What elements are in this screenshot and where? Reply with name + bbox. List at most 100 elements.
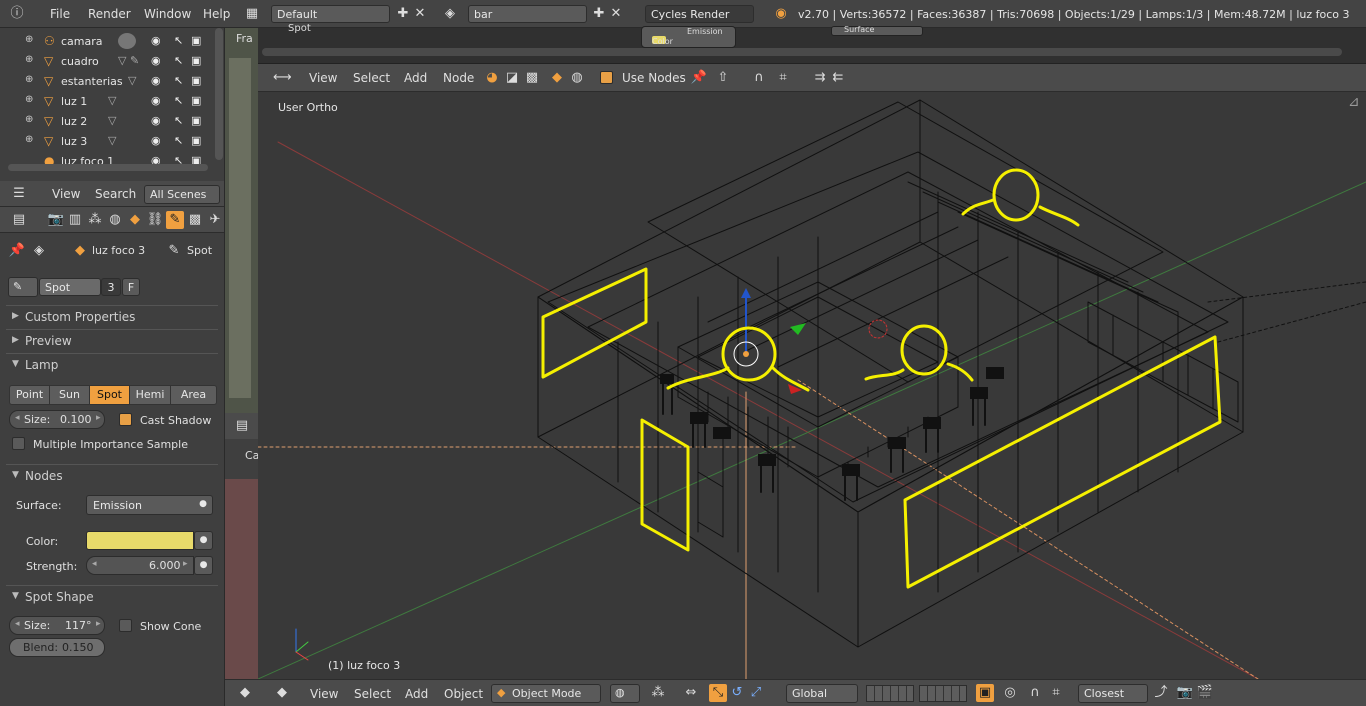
render-icon[interactable]: ▣ [191,114,201,127]
render-icon[interactable]: ▣ [191,74,201,87]
transform-orientation-select[interactable]: Global [786,684,858,703]
translate-manipulator-icon[interactable]: ⤡ [709,684,727,702]
parent-node-icon[interactable]: ⇧ [714,69,732,87]
outliner-hscrollbar[interactable] [8,164,208,171]
copy-nodes-icon[interactable]: ⇉ [811,69,829,87]
expand-icon[interactable]: ⊕ [25,114,33,125]
strength-field[interactable]: ◂ 6.000 ▸ [86,556,194,575]
panel-preview[interactable]: ▶ Preview [6,329,218,351]
increment-arrow-icon[interactable]: ▸ [96,619,101,629]
outliner-row-luz-2[interactable]: ⊕ ▽ luz 2 ▽ ◉ ↖ ▣ [0,111,215,131]
menu-window[interactable]: Window [144,7,191,21]
screen-layout-icon[interactable]: ▦ [243,5,261,23]
render-engine-select[interactable]: Cycles Render [645,5,754,23]
3d-viewport[interactable]: User Ortho ⊿ (1) luz foco 3 [258,92,1366,679]
cursor-icon[interactable]: ↖ [174,94,183,107]
decrement-arrow-icon[interactable]: ◂ [92,559,97,569]
opengl-animation-icon[interactable]: 🎬 [1196,684,1214,702]
viewport-shading-select[interactable]: ◍ [610,684,640,703]
pin-icon[interactable]: 📌 [8,242,26,260]
menu-render[interactable]: Render [88,7,131,21]
expand-icon[interactable]: ⊕ [25,94,33,105]
cursor-icon[interactable]: ↖ [174,34,183,47]
snap-element-icon[interactable]: ⌗ [774,69,792,87]
paste-nodes-icon[interactable]: ⇇ [829,69,847,87]
fake-user-button[interactable]: F [122,278,140,296]
snap-target-select[interactable]: Closest [1078,684,1148,703]
scale-manipulator-icon[interactable]: ⤢ [747,684,765,702]
lamp-data-tab-icon[interactable]: ✎ [166,211,184,229]
datablock-name-field[interactable]: Spot [39,278,101,296]
lamp-origin[interactable] [743,351,749,357]
cast-shadow-checkbox[interactable] [119,413,132,426]
cursor-icon[interactable]: ↖ [174,74,183,87]
add-menu[interactable]: Add [405,687,428,701]
emission-node[interactable]: Emission Color [641,26,736,48]
snap-toggle-icon[interactable]: ∩ [1026,684,1044,702]
spot-blend-slider[interactable]: Blend: 0.150 [9,638,105,657]
compositing-nodes-icon[interactable]: ◪ [503,69,521,87]
cursor-icon[interactable]: ↖ [174,54,183,67]
layer-buttons-1[interactable] [866,685,914,702]
editor-type-icon[interactable]: ☰ [10,185,28,203]
expand-icon[interactable]: ⊕ [25,74,33,85]
world-shader-icon[interactable]: ◍ [568,69,586,87]
outliner-row-luz-1[interactable]: ⊕ ▽ luz 1 ▽ ◉ ↖ ▣ [0,91,215,111]
use-nodes-checkbox[interactable] [600,71,613,84]
snap-align-icon[interactable]: ⤴ [1152,684,1170,702]
scene-field[interactable]: bar [468,5,587,23]
render-icon[interactable]: ▣ [191,54,201,67]
eye-icon[interactable]: ◉ [151,94,161,107]
decrement-arrow-icon[interactable]: ◂ [15,619,20,629]
node-hscrollbar[interactable] [262,48,1342,56]
outliner-row-cuadro[interactable]: ⊕ ▽ cuadro ▽ ✎ ◉ ↖ ▣ [0,51,215,71]
eye-icon[interactable]: ◉ [151,114,161,127]
scene-icon[interactable]: ◈ [441,5,459,23]
decrement-arrow-icon[interactable]: ◂ [15,413,20,423]
lamp-type-hemi[interactable]: Hemi [129,385,171,405]
pivot-point-icon[interactable]: ⁂ [649,684,667,702]
surface-shader-select[interactable]: Emission ● [86,495,213,515]
world-tab-icon[interactable]: ◍ [106,211,124,229]
delete-screen-icon[interactable]: ✕ [411,5,429,23]
eye-icon[interactable]: ◉ [151,134,161,147]
particles-tab-icon[interactable]: ✈ [206,211,224,229]
expand-icon[interactable]: ⊕ [25,54,33,65]
object-menu[interactable]: Object [444,687,483,701]
info-editor-type-icon[interactable]: ⓘ [8,5,26,23]
render-icon[interactable]: ▣ [191,94,201,107]
cursor-icon[interactable]: ↖ [174,114,183,127]
node-add-menu[interactable]: Add [404,71,427,85]
increment-arrow-icon[interactable]: ▸ [96,413,101,423]
panel-nodes[interactable]: ▼ Nodes [6,464,218,486]
mis-checkbox[interactable] [12,437,25,450]
lock-layers-icon[interactable]: ▣ [976,684,994,702]
outliner-scope-select[interactable]: All Scenes [144,185,220,204]
eye-icon[interactable]: ◉ [151,74,161,87]
constraints-tab-icon[interactable]: ⛓ [146,211,164,229]
menu-help[interactable]: Help [203,7,230,21]
mode-select[interactable]: ◆ Object Mode [491,684,601,703]
object-shader-icon[interactable]: ◆ [548,69,566,87]
scene-tab-icon[interactable]: ⁂ [86,211,104,229]
spot-size-field[interactable]: ◂ Size: 117° ▸ [9,616,105,635]
lamp-type-spot[interactable]: Spot [89,385,130,405]
editor-type-icon[interactable]: ▤ [10,211,28,229]
texture-nodes-icon[interactable]: ▩ [523,69,541,87]
render-tab-icon[interactable]: 📷 [47,211,65,229]
outliner-row-camara[interactable]: ⊕ ⚇ camara ◉ ↖ ▣ [0,31,215,51]
rotate-manipulator-icon[interactable]: ↺ [728,684,746,702]
snap-element-icon[interactable]: ⌗ [1047,684,1065,702]
layer-buttons-2[interactable] [919,685,967,702]
outliner-row-estanterias[interactable]: ⊕ ▽ estanterias ▽ ◉ ↖ ▣ [0,71,215,91]
screen-layout-field[interactable]: Default [271,5,390,23]
panel-lamp[interactable]: ▼ Lamp [6,353,218,375]
render-icon[interactable]: ▣ [191,134,201,147]
increment-arrow-icon[interactable]: ▸ [183,559,188,569]
strip-editor-type-icon[interactable]: ◆ [236,684,254,702]
eye-icon[interactable]: ◉ [151,34,161,47]
y-gizmo-tip[interactable] [790,323,806,335]
eye-icon[interactable]: ◉ [151,54,161,67]
color-link-button[interactable]: ● [194,531,213,550]
lamp-type-sun[interactable]: Sun [49,385,90,405]
